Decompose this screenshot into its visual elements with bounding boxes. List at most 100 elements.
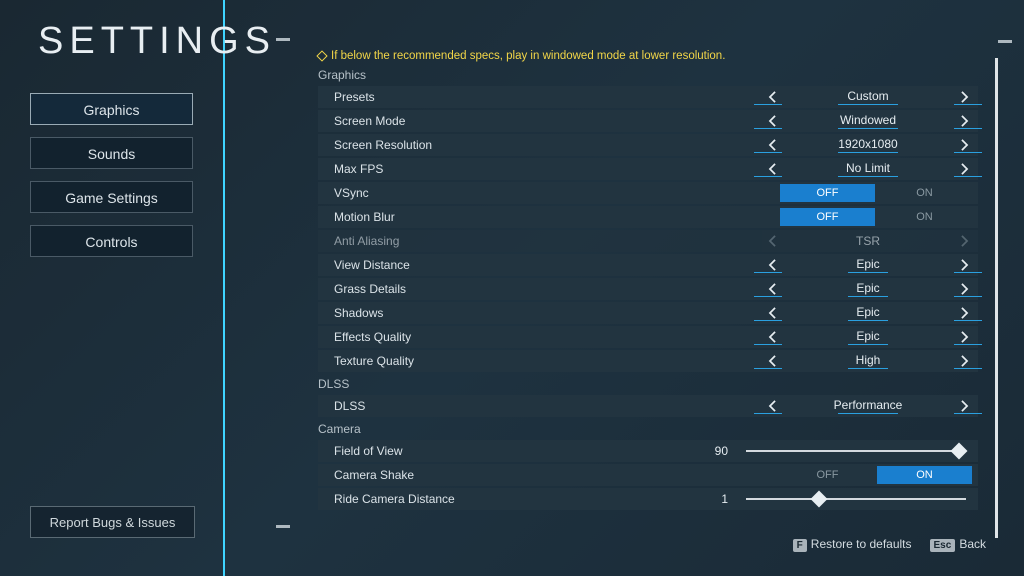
row-fov: Field of View 90 [318,440,978,462]
chevron-right-icon[interactable] [956,257,972,273]
warning-text: If below the recommended specs, play in … [331,50,725,62]
chevron-left-icon[interactable] [764,257,780,273]
section-camera: Camera [318,422,978,436]
label: Motion Blur [334,210,624,224]
label: Ride Camera Distance [334,492,624,506]
row-vsync: VSync OFF ON [318,182,978,204]
chevron-right-icon[interactable] [956,353,972,369]
chevron-right-icon[interactable] [956,137,972,153]
nav-sounds[interactable]: Sounds [30,137,193,169]
key-f: F [793,539,807,552]
sidebar: SETTINGS Graphics Sounds Game Settings C… [0,0,225,576]
chevron-right-icon[interactable] [956,89,972,105]
toggle-off[interactable]: OFF [780,208,875,226]
row-grass: Grass Details Epic [318,278,978,300]
row-camera-shake: Camera Shake OFF ON [318,464,978,486]
row-anti-aliasing: Anti Aliasing TSR [318,230,978,252]
decorative-dash [998,40,1012,43]
label: Camera Shake [334,468,624,482]
report-button[interactable]: Report Bugs & Issues [30,506,195,538]
chevron-right-icon[interactable] [956,113,972,129]
toggle-off[interactable]: OFF [780,184,875,202]
chevron-left-icon[interactable] [764,329,780,345]
toggle-on[interactable]: ON [877,208,972,226]
slider[interactable] [746,498,966,500]
label: VSync [334,186,624,200]
row-texture: Texture Quality High [318,350,978,372]
selector-value: High [788,353,948,369]
selector-value: Epic [788,281,948,297]
row-resolution: Screen Resolution 1920x1080 [318,134,978,156]
row-view-distance: View Distance Epic [318,254,978,276]
row-ride-cam: Ride Camera Distance 1 [318,488,978,510]
footer: FRestore to defaults EscBack [793,537,986,552]
nav: Graphics Sounds Game Settings Controls [30,93,193,257]
toggle: OFF ON [780,208,972,226]
chevron-left-icon[interactable] [764,305,780,321]
chevron-left-icon [764,233,780,249]
decorative-dash [276,38,290,41]
label: View Distance [334,258,624,272]
scrollbar[interactable] [995,58,998,538]
toggle-on[interactable]: ON [877,184,972,202]
selector-value: Epic [788,305,948,321]
selector-value: 1920x1080 [788,137,948,153]
slider[interactable] [746,450,966,452]
section-dlss: DLSS [318,377,978,391]
selector-value: TSR [788,234,948,248]
back-button[interactable]: EscBack [930,537,986,552]
toggle: OFF ON [780,184,972,202]
label: Screen Resolution [334,138,624,152]
nav-graphics[interactable]: Graphics [30,93,193,125]
row-effects: Effects Quality Epic [318,326,978,348]
selector-value: Epic [788,329,948,345]
label: DLSS [334,399,624,413]
slider-value: 1 [708,492,728,506]
selector-value: Performance [788,398,948,414]
slider-thumb[interactable] [810,491,827,508]
nav-controls[interactable]: Controls [30,225,193,257]
label: Screen Mode [334,114,624,128]
label: Anti Aliasing [334,234,624,248]
label: Presets [334,90,624,104]
selector: Custom [624,89,978,105]
chevron-left-icon[interactable] [764,281,780,297]
slider-thumb[interactable] [951,443,968,460]
label: Effects Quality [334,330,624,344]
chevron-left-icon[interactable] [764,161,780,177]
warning-icon [316,50,327,61]
key-esc: Esc [930,539,956,552]
chevron-left-icon[interactable] [764,89,780,105]
chevron-left-icon[interactable] [764,113,780,129]
chevron-left-icon[interactable] [764,137,780,153]
row-screen-mode: Screen Mode Windowed [318,110,978,132]
toggle: OFF ON [780,466,972,484]
settings-panel: If below the recommended specs, play in … [318,50,978,540]
label: Texture Quality [334,354,624,368]
row-motion-blur: Motion Blur OFF ON [318,206,978,228]
slider-value: 90 [708,444,728,458]
section-graphics: Graphics [318,68,978,82]
decorative-dash [276,525,290,528]
label: Shadows [334,306,624,320]
label: Field of View [334,444,624,458]
chevron-right-icon[interactable] [956,305,972,321]
label: Grass Details [334,282,624,296]
restore-defaults[interactable]: FRestore to defaults [793,537,912,552]
label: Max FPS [334,162,624,176]
page-title: SETTINGS [38,20,223,63]
chevron-right-icon[interactable] [956,329,972,345]
nav-game-settings[interactable]: Game Settings [30,181,193,213]
row-max-fps: Max FPS No Limit [318,158,978,180]
selector-value: Epic [788,257,948,273]
chevron-right-icon[interactable] [956,161,972,177]
chevron-left-icon[interactable] [764,398,780,414]
chevron-right-icon[interactable] [956,281,972,297]
row-dlss: DLSS Performance [318,395,978,417]
chevron-right-icon [956,233,972,249]
toggle-on[interactable]: ON [877,466,972,484]
chevron-left-icon[interactable] [764,353,780,369]
row-presets: Presets Custom [318,86,978,108]
chevron-right-icon[interactable] [956,398,972,414]
toggle-off[interactable]: OFF [780,466,875,484]
